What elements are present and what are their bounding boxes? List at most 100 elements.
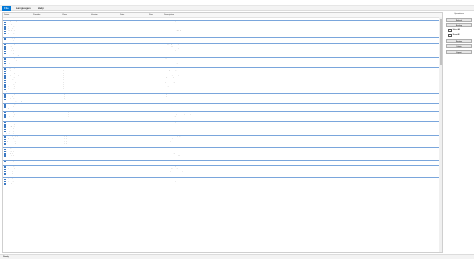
table-cell: USB [62, 130, 66, 132]
refresh-button[interactable]: Refresh [446, 17, 472, 22]
table-cell: Microsoft [33, 32, 40, 34]
group-label: System devices [4, 64, 16, 66]
table-cell: 19K [149, 32, 152, 34]
table-cell: Monitor [62, 160, 68, 162]
restore-button[interactable]: Restore [446, 38, 472, 43]
status-bar: Ready [0, 254, 474, 259]
table-row[interactable]: usbport.sys Microsoft USB 10.0.19041 12/7/20… [3, 131, 442, 133]
table-row[interactable]: mouhid.sys Microsoft Mouse 10.0.19041 12/7/2… [3, 106, 442, 108]
menu-bar: File Languages Help [0, 5, 474, 11]
menu-file[interactable]: File [2, 5, 11, 11]
export-button[interactable]: Export [446, 49, 472, 54]
table-cell: 113K [149, 98, 153, 100]
vertical-scrollbar[interactable] [439, 17, 442, 252]
table-cell: 12/7/2019 [120, 172, 128, 174]
table-cell: 12/7/2019 [120, 88, 128, 90]
panel-title: Operations [454, 13, 464, 15]
table-cell: Microsoft [33, 62, 40, 64]
table-cell: 132K [149, 182, 153, 184]
table-row[interactable]: storport.sys Microsoft SCSIAdapter 10.0.190… [3, 116, 442, 118]
table-cell: 10.0.19041 [91, 130, 99, 132]
table-row[interactable]: i8042prt.sys Microsoft Keyboard 10.0.19041 1… [3, 98, 442, 101]
show-all-label: Show All [452, 33, 460, 36]
table-cell: Bluetooth A2DP Audio Driver [164, 38, 185, 39]
table-cell: 10.0.19041 [91, 182, 99, 184]
table-cell: Microsoft [33, 182, 40, 184]
table-cell: Microsoft [33, 130, 40, 132]
table-cell: 421K [149, 62, 153, 64]
scrollbar-thumb[interactable] [439, 19, 442, 65]
table-cell: 12/7/2019 [120, 106, 128, 107]
table-cell: 10.0.19041 [91, 98, 99, 100]
delete-button[interactable]: Delete [446, 44, 472, 49]
table-cell: NVIDIA [33, 142, 39, 144]
group-label: Keyboards [4, 90, 13, 92]
table-cell: 10.0.19041 [91, 32, 99, 34]
table-cell: 12/7/2019 [120, 130, 128, 132]
table-cell: HID I2C Driver [164, 172, 175, 174]
table-cell: System [62, 88, 68, 90]
table-cell: 10.0.19041 [91, 160, 99, 162]
table-cell: Microsoft Storage Port Driver [164, 116, 185, 117]
table-cell: Display [62, 142, 68, 144]
column-description[interactable]: Description [163, 13, 442, 17]
column-size[interactable]: Size [148, 13, 163, 17]
menu-languages[interactable]: Languages [14, 6, 33, 11]
table-cell: Microsoft [33, 98, 40, 100]
table-cell: SCSIAdapter [62, 116, 72, 117]
table-cell: 12/7/2019 [120, 98, 128, 100]
driver-list[interactable]: Driver Provider Class Version Date Size … [2, 12, 443, 253]
table-cell: i8042 Port Driver [164, 98, 176, 100]
table-cell: 12/7/2019 [120, 116, 128, 117]
table-cell: DiskDrive [62, 155, 69, 156]
table-row[interactable]: volsnap.sys Microsoft DiskDrive 10.0.19041 1… [3, 155, 442, 157]
group-label: Monitors [4, 157, 11, 159]
table-row[interactable]: wcifs.sys Microsoft SoftwareDevice 10.0.190… [3, 183, 442, 185]
column-version[interactable]: Version [90, 13, 119, 17]
table-cell: 12/7/2019 [120, 155, 128, 156]
table-cell: 10.0.19041 [91, 106, 99, 107]
show-all-checkbox[interactable]: Show All [446, 33, 472, 38]
table-cell: 12/7/2019 [120, 182, 128, 184]
table-cell: Microsoft [33, 38, 40, 39]
backup-button[interactable]: Backup [446, 23, 472, 27]
table-cell: 27.21.14 [91, 142, 98, 144]
operations-panel: Operations Refresh Backup Select All Sho… [445, 12, 473, 253]
column-driver[interactable]: Driver [3, 13, 32, 17]
table-row[interactable]: rtwlane.sys Realtek Net 2023.0.10 3/2/2021 64… [3, 53, 442, 55]
column-date[interactable]: Date [119, 13, 148, 17]
group-label: Display adapters [4, 132, 17, 134]
table-cell: 3/2/2021 [120, 52, 127, 54]
table-cell: Windows Container Isolation [164, 182, 185, 184]
table-cell: 748K [149, 116, 153, 117]
driver-icon [4, 183, 6, 185]
table-cell: 6410K [149, 52, 154, 54]
table-cell: HIDClass [62, 172, 69, 174]
table-cell: Microsoft [33, 160, 40, 162]
table-cell: Mouse HID Driver [164, 106, 177, 107]
table-row[interactable]: ks.sys Microsoft Media 10.0.19041 12/7/2019 4… [3, 63, 442, 65]
table-cell: ACPI [62, 32, 66, 34]
select-all-label: Select All [452, 28, 460, 31]
table-cell: 10.0.19041 [91, 38, 99, 39]
table-cell: Microsoft [33, 88, 40, 90]
table-cell: Realtek [33, 52, 39, 54]
checkbox-icon [448, 28, 452, 33]
table-cell: Mouse [62, 106, 67, 107]
table-row[interactable]: monitor.sys Microsoft Monitor 10.0.19041 12/… [3, 161, 442, 163]
table-row[interactable]: BthA2dp.sys Microsoft Bluetooth 10.0.19041 1… [3, 38, 442, 40]
table-row[interactable]: acpitime.sys Microsoft System 10.0.19041 12/… [3, 88, 442, 91]
group-label: Printer [4, 18, 10, 19]
table-cell: Microsoft [33, 106, 40, 107]
table-cell: 10.0.19041 [91, 155, 99, 156]
select-all-checkbox[interactable]: Select All [446, 28, 472, 33]
column-provider[interactable]: Provider [32, 13, 61, 17]
group-label: Disk drives [4, 145, 13, 146]
table-cell: 400K [149, 155, 153, 156]
table-row[interactable]: AcpiPmi.sys Microsoft ACPI 10.0.19041 12/7/2… [3, 33, 442, 35]
column-class[interactable]: Class [61, 13, 90, 17]
table-cell: 10.0.19041 [91, 62, 99, 64]
table-row[interactable]: nvlddmkm.sys NVIDIA Display 27.21.14 6/2/202… [3, 143, 442, 145]
menu-help[interactable]: Help [36, 6, 46, 11]
table-row[interactable]: HidI2c.sys Microsoft HIDClass 10.0.19041 12/… [3, 173, 442, 175]
